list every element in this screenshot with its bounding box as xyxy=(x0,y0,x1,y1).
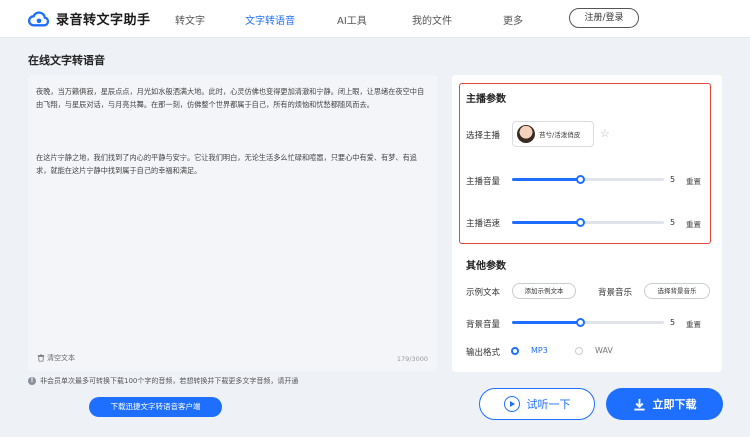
other-params-title: 其他参数 xyxy=(466,261,506,272)
clear-text-label: 清空文本 xyxy=(47,354,75,362)
format-radio-wav[interactable] xyxy=(575,347,583,355)
download-client-button[interactable]: 下载迅捷文字转语音客户端 xyxy=(89,397,222,417)
notice-text: 非会员单次最多可转换下载100个字的音频，若想转换并下载更多文字音频，请开通 xyxy=(40,377,299,385)
editor-paragraph-2: 在这片宁静之地，我们找到了内心的平静与安宁。它让我们明白，无论生活多么忙碌和喧嚣… xyxy=(36,153,417,175)
anchor-speed-value: 5 xyxy=(670,218,676,227)
nav-ai-tools[interactable]: AI工具 xyxy=(337,12,367,27)
anchor-volume-label: 主播音量 xyxy=(466,177,501,187)
top-bar: 录音转文字助手 转文字 文字转语音 AI工具 我的文件 更多 注册/登录 xyxy=(0,0,750,38)
anchor-speed-reset[interactable]: 重置 xyxy=(686,219,701,230)
nav-text-to-speech[interactable]: 文字转语音 xyxy=(245,12,295,27)
voice-avatar xyxy=(517,125,535,143)
download-button[interactable]: 立即下载 xyxy=(606,388,723,420)
add-sample-text-button[interactable]: 添加示例文本 xyxy=(512,283,576,299)
nav-more[interactable]: 更多 xyxy=(503,12,523,27)
anchor-speed-label: 主播语速 xyxy=(466,219,501,229)
slider-fill xyxy=(512,221,581,224)
trash-icon xyxy=(37,354,45,362)
play-icon xyxy=(503,396,520,412)
slider-fill xyxy=(512,321,581,324)
bg-volume-label: 背景音量 xyxy=(466,320,501,330)
choose-bgm-button[interactable]: 选择背景音乐 xyxy=(644,283,710,299)
clear-text-button[interactable]: 清空文本 xyxy=(37,353,75,363)
sample-text-label: 示例文本 xyxy=(466,288,501,298)
slider-fill xyxy=(512,178,581,181)
output-format-label: 输出格式 xyxy=(466,348,501,358)
text-editor[interactable]: 夜晚，当万籁俱寂，星辰点点，月光如水般洒满大地。此时，心灵仿佛也变得更加清澈和宁… xyxy=(28,75,437,371)
listen-button[interactable]: 试听一下 xyxy=(479,388,595,420)
app-logo[interactable]: 录音转文字助手 xyxy=(28,9,151,28)
anchor-volume-slider[interactable] xyxy=(512,175,664,184)
bg-volume-slider[interactable] xyxy=(512,318,664,327)
listen-label: 试听一下 xyxy=(526,398,571,411)
info-icon: ! xyxy=(28,377,36,385)
nav-speech-to-text[interactable]: 转文字 xyxy=(175,12,205,27)
nav-my-files[interactable]: 我的文件 xyxy=(412,12,452,27)
slider-knob[interactable] xyxy=(575,318,585,327)
voice-name: 苔兮/活泼俏皮 xyxy=(539,131,581,139)
download-icon xyxy=(633,398,645,411)
download-label: 立即下载 xyxy=(652,398,697,411)
anchor-speed-slider[interactable] xyxy=(512,218,664,227)
editor-paragraph-1: 夜晚，当万籁俱寂，星辰点点，月光如水般洒满大地。此时，心灵仿佛也变得更加清澈和宁… xyxy=(36,87,425,109)
slider-knob[interactable] xyxy=(575,175,585,184)
format-label-wav[interactable]: WAV xyxy=(595,346,613,355)
anchor-params-title: 主播参数 xyxy=(466,94,506,105)
page-title: 在线文字转语音 xyxy=(28,54,105,67)
star-icon[interactable]: ☆ xyxy=(600,128,611,139)
bg-volume-value: 5 xyxy=(670,318,676,327)
voice-selector[interactable]: 苔兮/活泼俏皮 xyxy=(512,121,594,147)
format-radio-mp3[interactable] xyxy=(511,347,519,355)
select-anchor-label: 选择主播 xyxy=(466,131,501,141)
anchor-volume-reset[interactable]: 重置 xyxy=(686,176,701,187)
slider-knob[interactable] xyxy=(575,218,585,227)
format-label-mp3[interactable]: MP3 xyxy=(531,346,548,355)
cloud-logo-icon xyxy=(28,10,50,26)
anchor-volume-value: 5 xyxy=(670,175,676,184)
bgm-label: 背景音乐 xyxy=(598,288,633,298)
login-button[interactable]: 注册/登录 xyxy=(569,8,639,28)
bg-volume-reset[interactable]: 重置 xyxy=(686,319,701,330)
member-notice: ! 非会员单次最多可转换下载100个字的音频，若想转换并下载更多文字音频，请开通 xyxy=(28,376,298,386)
app-title: 录音转文字助手 xyxy=(56,13,151,28)
char-count: 179/3000 xyxy=(396,355,428,363)
